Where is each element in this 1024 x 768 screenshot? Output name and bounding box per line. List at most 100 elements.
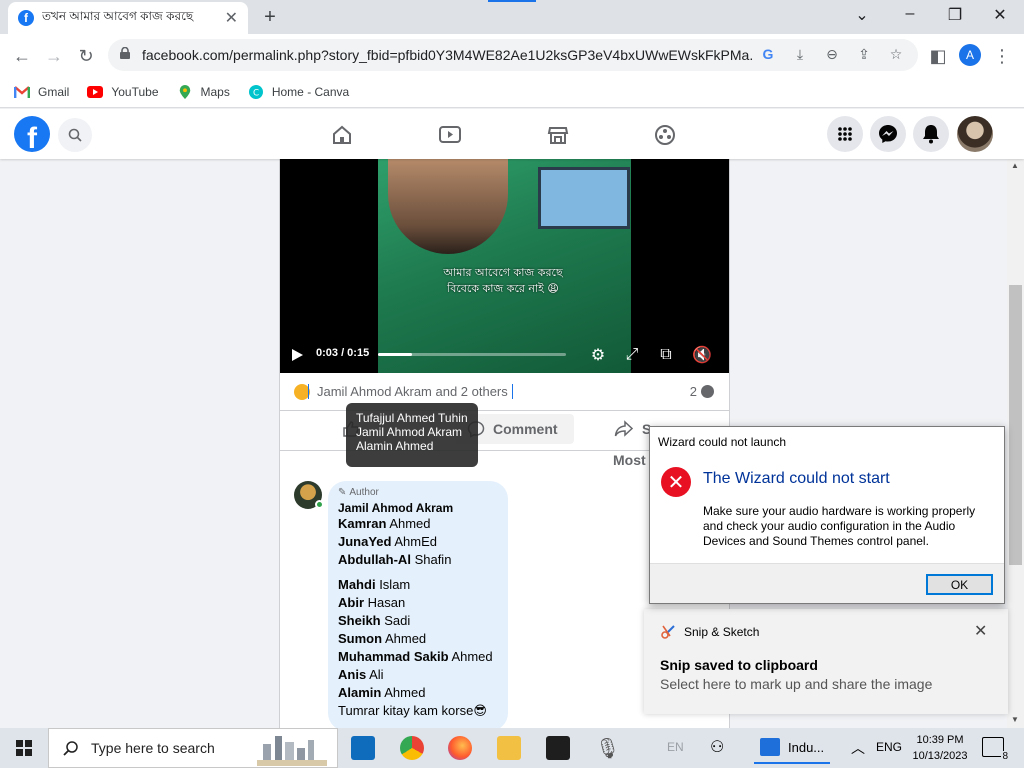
bookmark-gmail[interactable]: Gmail [14,85,69,99]
reaction-tooltip: Tufajjul Ahmed Tuhin Jamil Ahmod Akram A… [346,403,478,467]
browser-tab-active[interactable]: f তখন আমার আবেগ কাজ করছে ✕ [8,2,248,34]
gaming-tab[interactable] [651,121,679,149]
city-skyline-icon [256,736,327,766]
scroll-up-arrow-icon[interactable]: ▲ [1011,161,1019,170]
ok-button[interactable]: OK [926,574,993,595]
home-tab[interactable] [328,121,356,149]
tab-search-chevron-icon[interactable]: ⌄ [847,5,877,25]
svg-text:C: C [253,88,259,98]
scrollbar-thumb[interactable] [1009,285,1022,565]
firefox-app-icon[interactable] [448,736,472,760]
comment-line: Muhammad Sakib Ahmed [338,648,498,666]
window-close-button[interactable]: ✕ [985,5,1015,25]
forward-button[interactable]: → [42,44,66,68]
side-panel-icon[interactable]: ◧ [926,44,950,68]
comment-line: Mahdi Islam [338,576,498,594]
play-icon[interactable] [292,349,303,361]
video-player[interactable]: আমার আবেগে কাজ করছে বিবেকে কাজ করে নাই 😩… [280,159,729,373]
bookmarks-bar: Gmail YouTube Maps C Home - Canva [0,76,1024,108]
video-time: 0:03 / 0:15 [316,347,370,359]
menu-grid-button[interactable] [827,116,863,152]
mention-last-name: Ahmed [451,649,493,664]
address-bar[interactable]: facebook.com/permalink.php?story_fbid=pf… [108,39,918,71]
taskbar-active-app[interactable]: Indu... [754,732,831,764]
mention-first-name: JunaYed [338,534,392,549]
restore-button[interactable]: ❐ [940,5,970,25]
app-chart-icon [760,738,780,756]
bookmark-star-icon[interactable]: ☆ [886,46,906,64]
bell-icon [923,125,939,144]
search-icon [63,741,78,756]
bookmark-youtube[interactable]: YouTube [87,85,159,99]
tab-close-icon[interactable]: ✕ [225,8,238,28]
microphone-icon[interactable]: 🎙 [595,736,620,760]
profile-avatar[interactable]: A [959,44,981,66]
messenger-button[interactable] [870,116,906,152]
scroll-down-arrow-icon[interactable]: ▼ [1011,715,1019,724]
mention-first-name: Sumon [338,631,383,646]
mention-last-name: AhmEd [394,534,438,549]
mention-last-name: Ali [369,667,384,682]
page-scrollbar[interactable]: ▲ ▼ [1007,159,1024,728]
minimize-button[interactable]: – [895,5,925,23]
install-app-icon[interactable]: ⤓ [790,46,810,64]
mail-app-icon[interactable] [351,736,375,760]
mute-icon[interactable]: 🔇 [692,345,712,365]
comment-sort-dropdown[interactable]: Most [613,452,646,468]
bookmark-canva[interactable]: C Home - Canva [248,84,349,99]
mention-last-name: Ahmed [389,516,431,531]
comment-line: Anis Ali [338,666,498,684]
tray-chevron-up-icon[interactable]: ︿ [851,738,865,758]
comment-count[interactable]: 2 [690,384,714,399]
toast-close-icon[interactable]: ✕ [974,621,987,641]
mention-last-name: Shafin [414,552,452,567]
mention-last-name: Hasan [367,595,406,610]
canva-icon: C [248,84,263,99]
comment-line: Alamin Ahmed [338,684,498,702]
commenter-avatar[interactable] [294,481,324,509]
input-language[interactable]: ENG [876,740,902,754]
facebook-logo-icon[interactable]: f [14,116,50,152]
reload-button[interactable]: ↻ [74,44,98,68]
share-icon[interactable]: ⇪ [854,46,874,64]
chrome-menu-icon[interactable]: ⋮ [990,44,1014,68]
windows-taskbar: Type here to search 🎙 EN ⚇ Indu... ︿ ENG… [0,728,1024,768]
watch-tab[interactable] [436,121,464,149]
error-dialog: Wizard could not launch ✕ The Wizard cou… [649,426,1005,604]
youtube-icon [87,85,104,98]
video-progress-bar[interactable] [378,353,566,356]
comment-bubble: ✎ Author Jamil Ahmod Akram Kamran Ahmed Ju… [328,481,508,729]
marketplace-tab[interactable] [544,121,572,149]
comment-bubble-icon [701,385,714,398]
taskbar-clock[interactable]: 10:39 PM 10/13/2023 [906,732,974,764]
mention-first-name: Muhammad Sakib [338,649,449,664]
facebook-search-button[interactable] [58,118,92,152]
error-icon: ✕ [661,467,691,497]
comment-line: Kamran Ahmed [338,515,498,533]
people-icon[interactable]: ⚇ [710,737,724,757]
zoom-icon[interactable]: ⊖ [822,46,842,64]
video-caption: আমার আবেগে কাজ করছে বিবেকে কাজ করে নাই 😩 [443,266,563,295]
taskbar-search[interactable]: Type here to search [48,728,338,768]
fullscreen-icon[interactable]: ⤢ [622,345,642,365]
comment-author-name[interactable]: Jamil Ahmod Akram [338,501,498,515]
bookmark-maps[interactable]: Maps [177,84,230,99]
snip-notification[interactable]: Snip & Sketch ✕ Snip saved to clipboard … [644,609,1008,714]
chrome-app-icon[interactable] [400,736,424,760]
picture-in-picture-icon[interactable]: ⧉ [656,345,676,365]
dialog-heading: The Wizard could not start [703,470,890,487]
settings-gear-icon[interactable]: ⚙ [588,345,608,365]
google-lens-icon[interactable]: G [758,46,778,64]
comment-line: Sheikh Sadi [338,612,498,630]
account-avatar[interactable] [957,116,993,152]
new-tab-button[interactable]: + [258,5,282,29]
notifications-button[interactable] [913,116,949,152]
file-explorer-icon[interactable] [497,736,521,760]
back-button[interactable]: ← [10,44,34,68]
share-arrow-icon [614,420,634,437]
facebook-favicon-icon: f [18,10,34,26]
windows-start-icon[interactable] [16,740,32,756]
reaction-names[interactable]: Jamil Ahmod Akram and 2 others [308,384,513,399]
figma-app-icon[interactable] [546,736,570,760]
action-center-icon[interactable]: 8 [982,737,1009,762]
